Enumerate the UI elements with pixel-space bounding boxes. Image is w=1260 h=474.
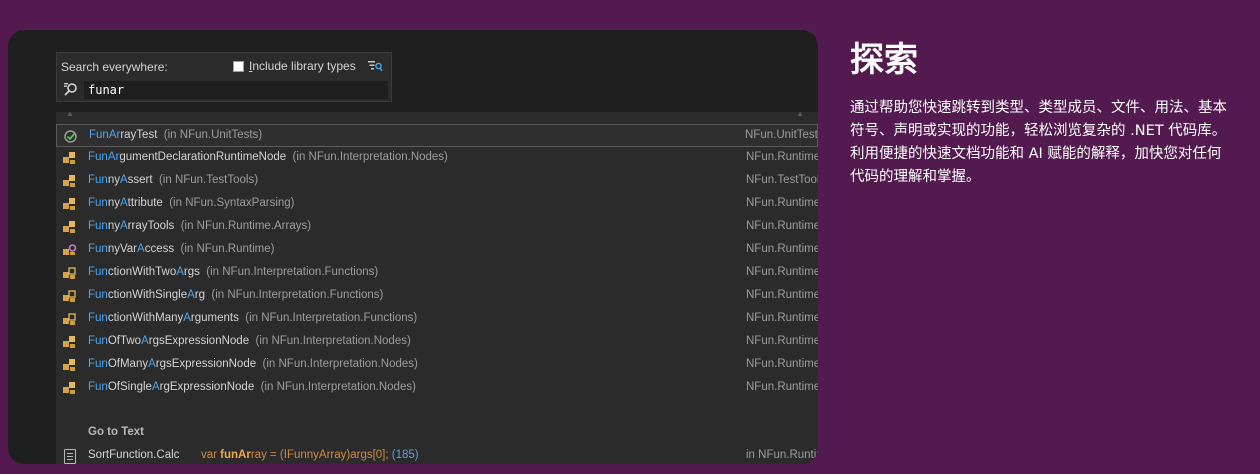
result-name: FunnyArrayTools (in NFun.Runtime.Arrays): [88, 220, 312, 232]
abstract-class-icon: [62, 289, 77, 304]
search-icon: [64, 83, 77, 96]
abstract-class-icon: [62, 266, 77, 281]
result-name: FunArrayTest (in NFun.UnitTests): [89, 129, 263, 141]
result-assembly: NFun.Runtime: [746, 197, 818, 209]
class-icon: [62, 220, 77, 235]
search-everywhere-panel: Search everywhere: Include library types…: [56, 52, 392, 102]
result-row[interactable]: FunArgumentDeclarationRuntimeNode (in NF…: [56, 147, 818, 170]
search-results-list: ▲ ▲ Go to Text FunArrayTest (in NFun.Uni…: [56, 109, 818, 464]
promo-description: 通过帮助您快速跳转到类型、类型成员、文件、用法、基本符号、声明或实现的功能，轻松…: [850, 100, 1227, 185]
scroll-up-right-icon: ▲: [796, 109, 804, 118]
result-assembly: NFun.Runtime: [746, 151, 818, 163]
result-assembly: NFun.Runtime: [746, 381, 818, 393]
result-assembly: NFun.Runtime: [746, 358, 818, 370]
result-assembly: NFun.Runtime: [746, 220, 818, 232]
result-row[interactable]: FunArrayTest (in NFun.UnitTests) NFun.Uni…: [56, 124, 818, 147]
results-scroll-top: ▲ ▲: [56, 109, 818, 118]
result-row[interactable]: FunOfSingleArgExpressionNode (in NFun.In…: [56, 377, 818, 400]
include-library-types-checkbox[interactable]: [233, 60, 244, 72]
result-name: FunctionWithManyArguments (in NFun.Inter…: [88, 312, 418, 324]
goto-text-section-title: Go to Text: [88, 426, 145, 438]
result-name: FunnyAssert (in NFun.TestTools): [88, 174, 259, 186]
text-result-row[interactable]: SortFunction.Calc var funArray = (IFunnyA…: [56, 445, 818, 464]
interface-icon: [62, 243, 77, 258]
result-assembly: NFun.Runtime: [746, 312, 818, 324]
class-icon: [62, 358, 77, 373]
class-icon: [62, 174, 77, 189]
result-row[interactable]: FunctionWithTwoArgs (in NFun.Interpretat…: [56, 262, 818, 285]
text-result-file: SortFunction.Calc: [88, 449, 180, 461]
test-class-icon: [63, 129, 78, 144]
include-library-types-option[interactable]: Include library types: [233, 59, 356, 73]
include-library-types-label: Include library types: [249, 59, 356, 73]
ide-screenshot-card: Search everywhere: Include library types…: [8, 30, 818, 464]
result-row[interactable]: FunnyAttribute (in NFun.SyntaxParsing) NF…: [56, 193, 818, 216]
result-assembly: NFun.Runtime: [746, 266, 818, 278]
result-name: FunOfSingleArgExpressionNode (in NFun.In…: [88, 381, 416, 393]
search-input[interactable]: funar: [83, 80, 389, 100]
result-row[interactable]: FunnyAssert (in NFun.TestTools) NFun.Test…: [56, 170, 818, 193]
result-name: FunOfManyArgsExpressionNode (in NFun.Int…: [88, 358, 418, 370]
search-label: Search everywhere:: [61, 60, 168, 74]
class-icon: [62, 335, 77, 350]
class-icon: [62, 197, 77, 212]
result-assembly: NFun.UnitTests: [745, 129, 817, 141]
class-icon: [62, 381, 77, 396]
result-row[interactable]: FunnyArrayTools (in NFun.Runtime.Arrays)…: [56, 216, 818, 239]
result-name: FunctionWithSingleArg (in NFun.Interpret…: [88, 289, 384, 301]
result-assembly: NFun.TestTools: [746, 174, 818, 186]
result-assembly: NFun.Runtime: [746, 289, 818, 301]
scroll-up-icon: ▲: [66, 109, 74, 118]
result-row[interactable]: FunctionWithManyArguments (in NFun.Inter…: [56, 308, 818, 331]
result-name: FunnyVarAccess (in NFun.Runtime): [88, 243, 275, 255]
file-icon: [64, 449, 76, 464]
search-input-row: funar: [61, 80, 389, 100]
promo-heading: 探索: [850, 40, 918, 80]
result-row[interactable]: FunOfManyArgsExpressionNode (in NFun.Int…: [56, 354, 818, 377]
result-assembly: NFun.Runtime: [746, 243, 818, 255]
result-row[interactable]: FunOfTwoArgsExpressionNode (in NFun.Inte…: [56, 331, 818, 354]
result-row[interactable]: FunnyVarAccess (in NFun.Runtime) NFun.Run…: [56, 239, 818, 262]
result-name: FunnyAttribute (in NFun.SyntaxParsing): [88, 197, 295, 209]
result-assembly: NFun.Runtime: [746, 335, 818, 347]
result-name: FunctionWithTwoArgs (in NFun.Interpretat…: [88, 266, 379, 278]
abstract-class-icon: [62, 312, 77, 327]
class-icon: [62, 151, 77, 166]
text-result-assembly: in NFun.Runtime: [746, 449, 818, 461]
text-result-code: var funArray = (IFunnyArray)args[0]; (18…: [201, 449, 419, 461]
result-name: FunArgumentDeclarationRuntimeNode (in NF…: [88, 151, 448, 163]
result-name: FunOfTwoArgsExpressionNode (in NFun.Inte…: [88, 335, 411, 347]
result-row[interactable]: FunctionWithSingleArg (in NFun.Interpret…: [56, 285, 818, 308]
filter-icon[interactable]: [367, 59, 383, 73]
